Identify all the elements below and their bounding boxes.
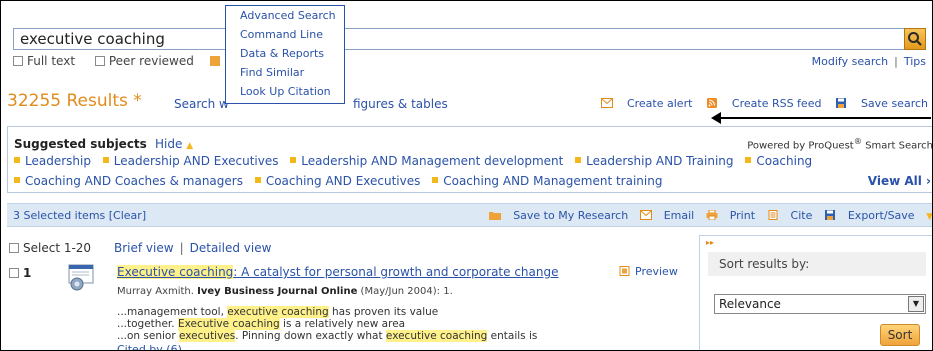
- subject-link[interactable]: Leadership: [14, 154, 91, 168]
- detailed-view-link[interactable]: Detailed view: [190, 241, 272, 255]
- bullet-icon: [102, 157, 109, 163]
- peer-reviewed-checkbox[interactable]: [94, 56, 105, 66]
- info-icon[interactable]: [209, 56, 220, 66]
- printer-icon: [706, 210, 718, 220]
- rss-icon: [706, 98, 717, 108]
- chevron-right-icon: ›: [926, 174, 931, 188]
- full-text-option[interactable]: Full text: [13, 54, 83, 68]
- result-title-link[interactable]: Executive coaching: A catalyst for perso…: [117, 265, 559, 279]
- tips-link[interactable]: Tips: [904, 55, 926, 68]
- subject-link[interactable]: Coaching AND Management training: [432, 174, 662, 188]
- subject-link[interactable]: Coaching AND Executives: [254, 174, 420, 188]
- select-all-option[interactable]: Select 1-20: [9, 241, 91, 255]
- folder-icon: [489, 212, 502, 220]
- subject-link[interactable]: Leadership AND Management development: [290, 154, 563, 168]
- menu-item-data-reports[interactable]: Data & Reports: [226, 44, 344, 63]
- search-box: [13, 28, 926, 50]
- advanced-search-menu: Advanced Search Command Line Data & Repo…: [225, 5, 345, 104]
- caret-up-icon: ▲: [186, 141, 194, 151]
- menu-item-advanced-search[interactable]: Advanced Search: [226, 6, 344, 25]
- bullet-icon: [575, 157, 582, 163]
- results-count: 32255 Results *: [7, 91, 142, 111]
- envelope-icon: [600, 98, 613, 108]
- create-rss-link[interactable]: Create RSS feed: [706, 97, 821, 110]
- full-text-checkbox[interactable]: [13, 56, 23, 66]
- menu-item-find-similar[interactable]: Find Similar: [226, 63, 344, 82]
- subject-link[interactable]: Leadership AND Training: [575, 154, 734, 168]
- select-all-checkbox[interactable]: [9, 243, 19, 253]
- selected-items-link[interactable]: 3 Selected items [Clear]: [13, 209, 146, 222]
- sort-panel: ▸▸ Sort results by: Relevance ▼ Sort: [699, 235, 932, 350]
- suggested-row-2: Coaching AND Coaches & managers Coaching…: [14, 174, 670, 188]
- sort-button[interactable]: Sort: [880, 324, 920, 346]
- view-all-link[interactable]: View All ›: [868, 174, 931, 188]
- magnifier-icon: [908, 32, 922, 46]
- floppy-disk-icon: [835, 98, 846, 108]
- caret-down-icon: ▼: [926, 212, 933, 222]
- double-chevron-icon[interactable]: ▸▸: [706, 238, 714, 247]
- cite-button[interactable]: Cite: [767, 209, 812, 222]
- results-actions: Create alert Create RSS feed Save search: [591, 97, 928, 110]
- result-snippet: ...management tool, executive coaching h…: [117, 306, 439, 318]
- arrow-annotation-line: [717, 117, 931, 119]
- view-toggle: Brief view | Detailed view: [114, 241, 272, 255]
- floppy-disk-icon: [824, 210, 835, 220]
- suggested-subjects-title: Suggested subjects Hide ▲: [14, 137, 194, 151]
- suggested-row-1: Leadership Leadership AND Executives Lea…: [14, 154, 820, 168]
- bullet-icon: [14, 157, 20, 163]
- search-links: Modify search | Tips: [811, 55, 926, 68]
- save-to-my-research-button[interactable]: Save to My Research: [489, 209, 628, 222]
- sort-heading: Sort results by:: [708, 252, 926, 276]
- web-document-icon: [68, 264, 94, 291]
- email-button[interactable]: Email: [639, 209, 694, 222]
- proquest-results-page: Full text Peer reviewed Modify search|Ti…: [0, 0, 933, 351]
- subject-link[interactable]: Coaching: [745, 154, 812, 168]
- peer-reviewed-option[interactable]: Peer reviewed: [94, 54, 220, 68]
- search-options: Full text Peer reviewed: [13, 54, 228, 68]
- hide-suggestions-link[interactable]: Hide ▲: [155, 137, 193, 151]
- dropdown-arrow-icon[interactable]: ▼: [908, 296, 924, 312]
- brief-view-link[interactable]: Brief view: [114, 241, 174, 255]
- menu-item-command-line[interactable]: Command Line: [226, 25, 344, 44]
- search-within-link[interactable]: Search w: [174, 97, 229, 111]
- bullet-icon: [290, 157, 297, 163]
- create-alert-link[interactable]: Create alert: [600, 97, 692, 110]
- print-button[interactable]: Print: [706, 209, 755, 222]
- selection-bar: 3 Selected items [Clear] Save to My Rese…: [7, 203, 933, 227]
- cited-by-link[interactable]: Cited by (6): [117, 343, 182, 350]
- bullet-icon: [254, 177, 261, 183]
- result-snippet: ...on senior executives. Pinning down ex…: [117, 330, 538, 342]
- powered-by: Powered by ProQuest® Smart Search: [747, 136, 933, 152]
- search-input[interactable]: [14, 29, 906, 49]
- result-snippet: ...together. Executive coaching is a rel…: [117, 318, 406, 330]
- menu-item-look-up-citation[interactable]: Look Up Citation: [226, 82, 344, 101]
- figures-tables-link[interactable]: figures & tables: [353, 97, 448, 111]
- result-select[interactable]: 1: [9, 266, 31, 280]
- bullet-icon: [432, 177, 439, 183]
- document-icon: [768, 210, 778, 220]
- search-button[interactable]: [904, 28, 926, 50]
- suggested-subjects-panel: Suggested subjects Hide ▲ Powered by Pro…: [7, 126, 933, 193]
- result-checkbox[interactable]: [9, 268, 19, 278]
- selection-actions: Save to My Research Email Print Cite Exp…: [481, 209, 933, 222]
- save-search-link[interactable]: Save search: [835, 97, 928, 110]
- envelope-icon: [639, 210, 652, 220]
- export-save-button[interactable]: Export/Save ▼: [824, 209, 933, 222]
- subject-link[interactable]: Coaching AND Coaches & managers: [14, 174, 243, 188]
- bullet-icon: [745, 157, 752, 163]
- preview-link[interactable]: Preview: [619, 265, 678, 278]
- sort-select[interactable]: Relevance ▼: [714, 294, 926, 314]
- modify-search-link[interactable]: Modify search: [812, 55, 888, 68]
- preview-icon: [619, 266, 630, 276]
- subject-link[interactable]: Leadership AND Executives: [102, 154, 278, 168]
- bullet-icon: [14, 177, 20, 183]
- result-citation: Murray Axmith. Ivey Business Journal Onl…: [117, 286, 453, 297]
